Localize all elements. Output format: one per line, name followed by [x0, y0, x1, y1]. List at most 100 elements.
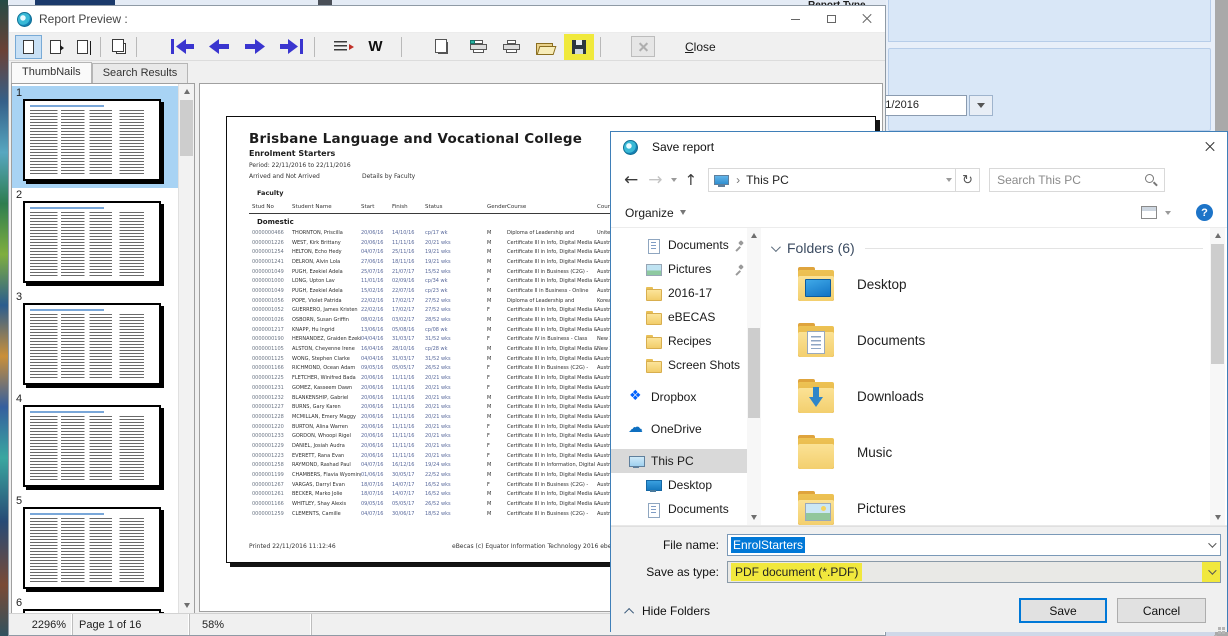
print-setup-button[interactable]	[465, 35, 492, 59]
print-button[interactable]	[498, 35, 525, 59]
sidebar-item[interactable]: 2016-17	[611, 281, 761, 305]
sidebar-item[interactable]: OneDrive	[611, 417, 761, 441]
thumbnail-page-image[interactable]	[23, 303, 161, 385]
scroll-up-button[interactable]	[179, 84, 194, 99]
cell-start: 04/07/16	[361, 462, 392, 468]
dialog-close-button[interactable]	[1193, 132, 1227, 162]
folder-list-scrollbar[interactable]	[1210, 228, 1225, 525]
scrollbar-thumb[interactable]	[180, 100, 193, 156]
cell-student-name: VARGAS, Darryl Evan	[292, 482, 361, 488]
folder-tile[interactable]: Pictures	[763, 480, 1209, 525]
next-page-button[interactable]	[241, 35, 268, 59]
scroll-down-button[interactable]	[1210, 510, 1225, 525]
back-button[interactable]: ←	[624, 172, 638, 189]
sidebar-item[interactable]: Desktop	[611, 473, 761, 497]
report-list-button[interactable]	[327, 35, 354, 59]
organize-button[interactable]: Organize	[625, 206, 686, 220]
save-as-type-dropdown[interactable]	[1202, 562, 1220, 582]
save-button[interactable]: Save	[1019, 598, 1107, 623]
folder-tile[interactable]: Music	[763, 424, 1209, 480]
sidebar-item[interactable]: Dropbox	[611, 385, 761, 409]
cancel-button[interactable]: Cancel	[1117, 598, 1206, 623]
cell-status: 20/21 wks	[425, 453, 487, 459]
thumbnail-scrollbar[interactable]	[178, 84, 194, 613]
whole-page-button[interactable]	[15, 35, 42, 59]
cell-student-name: HELTON, Echo Hedy	[292, 249, 361, 255]
scroll-down-button[interactable]	[179, 598, 194, 613]
date-field[interactable]: 11/2016	[875, 95, 993, 116]
open-report-button[interactable]	[531, 35, 558, 59]
previous-page-button[interactable]	[205, 35, 232, 59]
scrollbar-thumb[interactable]	[1211, 244, 1224, 364]
thumbnail-item[interactable]: 3	[12, 290, 178, 392]
refresh-button[interactable]: ↻	[956, 168, 980, 192]
close-window-button[interactable]	[849, 6, 885, 33]
date-value[interactable]: 11/2016	[875, 95, 967, 116]
save-report-button[interactable]	[564, 34, 594, 60]
thumbnail-item[interactable]: 6	[12, 596, 178, 614]
hide-folders-button[interactable]: Hide Folders	[627, 604, 710, 618]
resize-grip[interactable]	[1222, 627, 1225, 630]
thumbnail-item[interactable]: 5	[12, 494, 178, 596]
sidebar-item[interactable]: Documents	[611, 233, 761, 257]
history-dropdown-icon[interactable]	[671, 178, 677, 182]
thumbnail-page-image[interactable]	[23, 201, 161, 283]
multi-page-button[interactable]	[105, 35, 132, 59]
cell-course: Certificate III in Information, Digital	[507, 462, 597, 468]
thumbnail-page-number: 1	[16, 87, 178, 99]
pin-icon	[735, 264, 744, 273]
search-box[interactable]	[989, 168, 1165, 192]
date-dropdown-button[interactable]	[969, 95, 993, 116]
close-preview-button[interactable]: Close	[685, 40, 716, 54]
maximize-button[interactable]	[813, 6, 849, 33]
tab-thumbnails[interactable]: ThumbNails	[11, 62, 92, 83]
save-as-type-value[interactable]: PDF document (*.PDF)	[731, 563, 862, 581]
folder-tile[interactable]: Downloads	[763, 368, 1209, 424]
breadcrumb-path[interactable]: This PC	[746, 173, 789, 187]
up-button[interactable]: ↑	[685, 173, 698, 188]
cell-stud-no: 0000001199	[252, 472, 292, 478]
minimize-button[interactable]	[777, 6, 813, 33]
scrollbar-thumb[interactable]	[748, 328, 760, 418]
thumbnail-item[interactable]: 4	[12, 392, 178, 494]
sidebar-item[interactable]: This PC	[611, 449, 761, 473]
search-input[interactable]	[990, 173, 1143, 187]
scroll-up-button[interactable]	[1210, 228, 1225, 243]
last-page-button[interactable]	[277, 35, 304, 59]
sidebar-item[interactable]: Screen Shots	[611, 353, 761, 377]
save-as-type-combobox[interactable]: PDF document (*.PDF)	[727, 561, 1221, 583]
cell-status: 31/52 wks	[425, 356, 487, 362]
full-size-button[interactable]	[69, 35, 96, 59]
file-name-combobox[interactable]: EnrolStarters	[727, 534, 1221, 556]
cell-stud-no: 0000001241	[252, 259, 292, 265]
sidebar-scrollbar[interactable]	[747, 228, 761, 525]
copy-pages-button[interactable]	[428, 35, 455, 59]
sidebar-item[interactable]: eBECAS	[611, 305, 761, 329]
page-width-button[interactable]	[42, 35, 69, 59]
sidebar-item[interactable]: Recipes	[611, 329, 761, 353]
thumbnail-page-image[interactable]	[23, 405, 161, 487]
file-name-value[interactable]: EnrolStarters	[731, 537, 805, 553]
help-button[interactable]: ?	[1196, 204, 1213, 221]
scroll-up-button[interactable]	[747, 228, 761, 243]
view-options-icon[interactable]	[1141, 206, 1157, 219]
sidebar-item[interactable]: Pictures	[611, 257, 761, 281]
cell-start: 04/07/16	[361, 511, 392, 517]
first-page-button[interactable]	[169, 35, 196, 59]
folder-tile[interactable]: Documents	[763, 312, 1209, 368]
sidebar-item[interactable]: Documents	[611, 497, 761, 521]
view-dropdown-icon[interactable]	[1165, 211, 1171, 215]
folder-tile[interactable]: Desktop	[763, 256, 1209, 312]
scroll-down-button[interactable]	[747, 510, 761, 525]
thumbnail-item[interactable]: 2	[12, 188, 178, 290]
thumbnail-item[interactable]: 1	[12, 86, 178, 188]
address-bar[interactable]: › This PC	[708, 168, 956, 192]
thumbnail-page-image[interactable]	[23, 99, 161, 181]
thumbnail-page-image[interactable]	[23, 507, 161, 589]
cell-start: 13/06/16	[361, 327, 392, 333]
tab-search-results[interactable]: Search Results	[92, 63, 189, 83]
address-dropdown-icon[interactable]	[946, 178, 952, 182]
file-name-dropdown[interactable]	[1202, 535, 1220, 555]
watermark-button[interactable]: W	[362, 35, 389, 59]
folders-group-header[interactable]: Folders (6)	[771, 240, 1203, 256]
